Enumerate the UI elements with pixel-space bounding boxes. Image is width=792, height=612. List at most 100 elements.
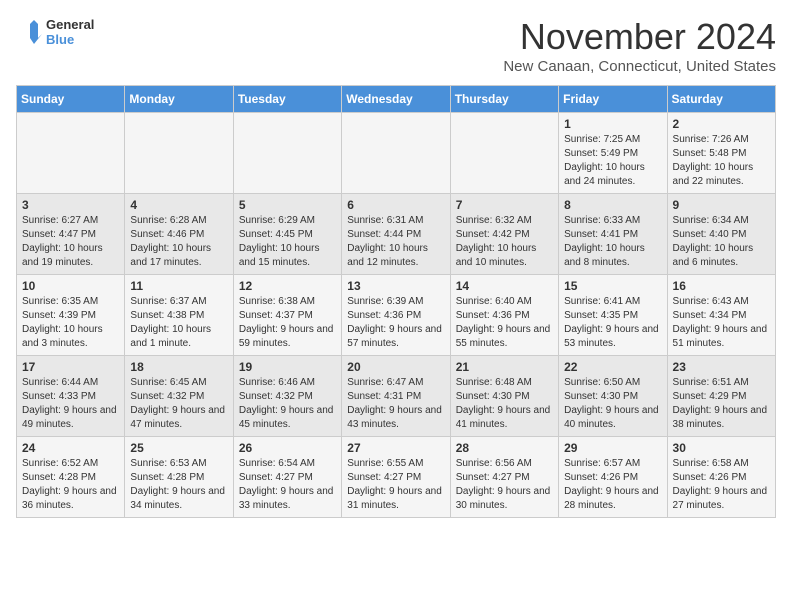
calendar-week-2: 3Sunrise: 6:27 AMSunset: 4:47 PMDaylight… (17, 194, 776, 275)
day-info-line: Sunrise: 6:56 AM (456, 457, 553, 471)
day-info-line: Sunset: 4:30 PM (564, 390, 661, 404)
day-info-line: Sunset: 4:42 PM (456, 228, 553, 242)
day-info-line: Sunset: 4:45 PM (239, 228, 336, 242)
day-number: 12 (239, 279, 336, 293)
day-info-line: Sunrise: 6:55 AM (347, 457, 444, 471)
header-row: Sunday Monday Tuesday Wednesday Thursday… (17, 86, 776, 113)
calendar-week-1: 1Sunrise: 7:25 AMSunset: 5:49 PMDaylight… (17, 113, 776, 194)
day-info-line: Sunset: 4:37 PM (239, 309, 336, 323)
day-info-line: Sunset: 4:28 PM (130, 471, 227, 485)
day-info-line: Sunset: 4:38 PM (130, 309, 227, 323)
day-info-line: Daylight: 9 hours and 31 minutes. (347, 485, 444, 513)
day-number: 21 (456, 360, 553, 374)
day-info-line: Daylight: 10 hours and 10 minutes. (456, 242, 553, 270)
day-info-line: Sunset: 4:44 PM (347, 228, 444, 242)
title-area: November 2024 New Canaan, Connecticut, U… (503, 16, 776, 75)
calendar-cell-3-2: 11Sunrise: 6:37 AMSunset: 4:38 PMDayligh… (125, 275, 233, 356)
logo-svg (16, 16, 42, 48)
calendar-cell-3-1: 10Sunrise: 6:35 AMSunset: 4:39 PMDayligh… (17, 275, 125, 356)
calendar-cell-4-5: 21Sunrise: 6:48 AMSunset: 4:30 PMDayligh… (450, 356, 558, 437)
day-info-line: Daylight: 9 hours and 36 minutes. (22, 485, 119, 513)
calendar-cell-1-1 (17, 113, 125, 194)
day-info-line: Sunrise: 6:28 AM (130, 214, 227, 228)
calendar-cell-1-3 (233, 113, 341, 194)
day-info-line: Sunset: 4:27 PM (456, 471, 553, 485)
day-info-line: Sunrise: 6:31 AM (347, 214, 444, 228)
calendar-cell-5-3: 26Sunrise: 6:54 AMSunset: 4:27 PMDayligh… (233, 437, 341, 518)
calendar-cell-2-4: 6Sunrise: 6:31 AMSunset: 4:44 PMDaylight… (342, 194, 450, 275)
calendar-cell-1-4 (342, 113, 450, 194)
day-number: 27 (347, 441, 444, 455)
day-info-line: Sunrise: 6:54 AM (239, 457, 336, 471)
day-info-line: Sunrise: 6:37 AM (130, 295, 227, 309)
day-info-line: Daylight: 9 hours and 28 minutes. (564, 485, 661, 513)
day-number: 26 (239, 441, 336, 455)
calendar-cell-5-4: 27 Sunrise: 6:55 AMSunset: 4:27 PMDayligh… (342, 437, 450, 518)
calendar-cell-5-2: 25Sunrise: 6:53 AMSunset: 4:28 PMDayligh… (125, 437, 233, 518)
day-number: 22 (564, 360, 661, 374)
day-number: 23 (673, 360, 770, 374)
day-info-line: Daylight: 9 hours and 57 minutes. (347, 323, 444, 351)
header-thursday: Thursday (450, 86, 558, 113)
calendar-week-3: 10Sunrise: 6:35 AMSunset: 4:39 PMDayligh… (17, 275, 776, 356)
calendar-cell-2-1: 3Sunrise: 6:27 AMSunset: 4:47 PMDaylight… (17, 194, 125, 275)
calendar-cell-4-3: 19Sunrise: 6:46 AMSunset: 4:32 PMDayligh… (233, 356, 341, 437)
day-info-line: Daylight: 10 hours and 19 minutes. (22, 242, 119, 270)
calendar-cell-4-6: 22Sunrise: 6:50 AMSunset: 4:30 PMDayligh… (559, 356, 667, 437)
day-info-line: Sunset: 4:47 PM (22, 228, 119, 242)
day-info-line: Sunset: 4:27 PM (347, 471, 444, 485)
day-number: 9 (673, 198, 770, 212)
day-info-line: Sunset: 4:41 PM (564, 228, 661, 242)
day-info-line: Daylight: 10 hours and 17 minutes. (130, 242, 227, 270)
day-info-line: Sunset: 4:26 PM (564, 471, 661, 485)
location-title: New Canaan, Connecticut, United States (503, 58, 776, 75)
day-info-line: Daylight: 9 hours and 53 minutes. (564, 323, 661, 351)
day-info-line: Daylight: 9 hours and 34 minutes. (130, 485, 227, 513)
day-info-line: Daylight: 9 hours and 41 minutes. (456, 404, 553, 432)
day-number: 5 (239, 198, 336, 212)
day-info-line: Daylight: 10 hours and 8 minutes. (564, 242, 661, 270)
calendar-cell-4-1: 17Sunrise: 6:44 AMSunset: 4:33 PMDayligh… (17, 356, 125, 437)
day-info-line: Sunset: 4:33 PM (22, 390, 119, 404)
day-info-line: Sunset: 5:49 PM (564, 147, 661, 161)
day-info-line: Daylight: 9 hours and 49 minutes. (22, 404, 119, 432)
header-friday: Friday (559, 86, 667, 113)
day-info-line: Sunrise: 6:32 AM (456, 214, 553, 228)
calendar-cell-1-2 (125, 113, 233, 194)
day-info-line: Sunset: 4:32 PM (130, 390, 227, 404)
day-info-line: Sunrise: 6:57 AM (564, 457, 661, 471)
day-info-line: Sunrise: 6:35 AM (22, 295, 119, 309)
day-info-line: Daylight: 10 hours and 12 minutes. (347, 242, 444, 270)
header: General Blue November 2024 New Canaan, C… (16, 16, 776, 75)
day-number: 4 (130, 198, 227, 212)
day-info-line: Sunrise: 6:41 AM (564, 295, 661, 309)
day-number: 19 (239, 360, 336, 374)
calendar-cell-4-4: 20Sunrise: 6:47 AMSunset: 4:31 PMDayligh… (342, 356, 450, 437)
calendar-cell-1-7: 2Sunrise: 7:26 AMSunset: 5:48 PMDaylight… (667, 113, 775, 194)
day-info-line: Sunset: 4:27 PM (239, 471, 336, 485)
day-info-line: Sunset: 4:36 PM (456, 309, 553, 323)
day-info-line: Sunrise: 6:58 AM (673, 457, 770, 471)
day-number: 16 (673, 279, 770, 293)
header-saturday: Saturday (667, 86, 775, 113)
calendar-cell-3-6: 15Sunrise: 6:41 AMSunset: 4:35 PMDayligh… (559, 275, 667, 356)
day-number: 1 (564, 117, 661, 131)
calendar-header: Sunday Monday Tuesday Wednesday Thursday… (17, 86, 776, 113)
day-info-line: Daylight: 9 hours and 30 minutes. (456, 485, 553, 513)
day-info-line: Daylight: 9 hours and 51 minutes. (673, 323, 770, 351)
day-info-line: Daylight: 9 hours and 47 minutes. (130, 404, 227, 432)
day-number: 11 (130, 279, 227, 293)
day-info-line: Sunset: 4:29 PM (673, 390, 770, 404)
day-info-line: Sunset: 4:39 PM (22, 309, 119, 323)
day-info-line: Sunset: 4:40 PM (673, 228, 770, 242)
calendar-body: 1Sunrise: 7:25 AMSunset: 5:49 PMDaylight… (17, 113, 776, 518)
day-info-line: Sunset: 4:35 PM (564, 309, 661, 323)
day-number: 3 (22, 198, 119, 212)
calendar-cell-4-2: 18Sunrise: 6:45 AMSunset: 4:32 PMDayligh… (125, 356, 233, 437)
day-info-line: Sunset: 4:32 PM (239, 390, 336, 404)
day-info-line: Sunrise: 6:44 AM (22, 376, 119, 390)
day-info-line: Sunrise: 6:48 AM (456, 376, 553, 390)
calendar-week-5: 24Sunrise: 6:52 AMSunset: 4:28 PMDayligh… (17, 437, 776, 518)
day-number: 2 (673, 117, 770, 131)
day-info-line: Daylight: 10 hours and 22 minutes. (673, 161, 770, 189)
